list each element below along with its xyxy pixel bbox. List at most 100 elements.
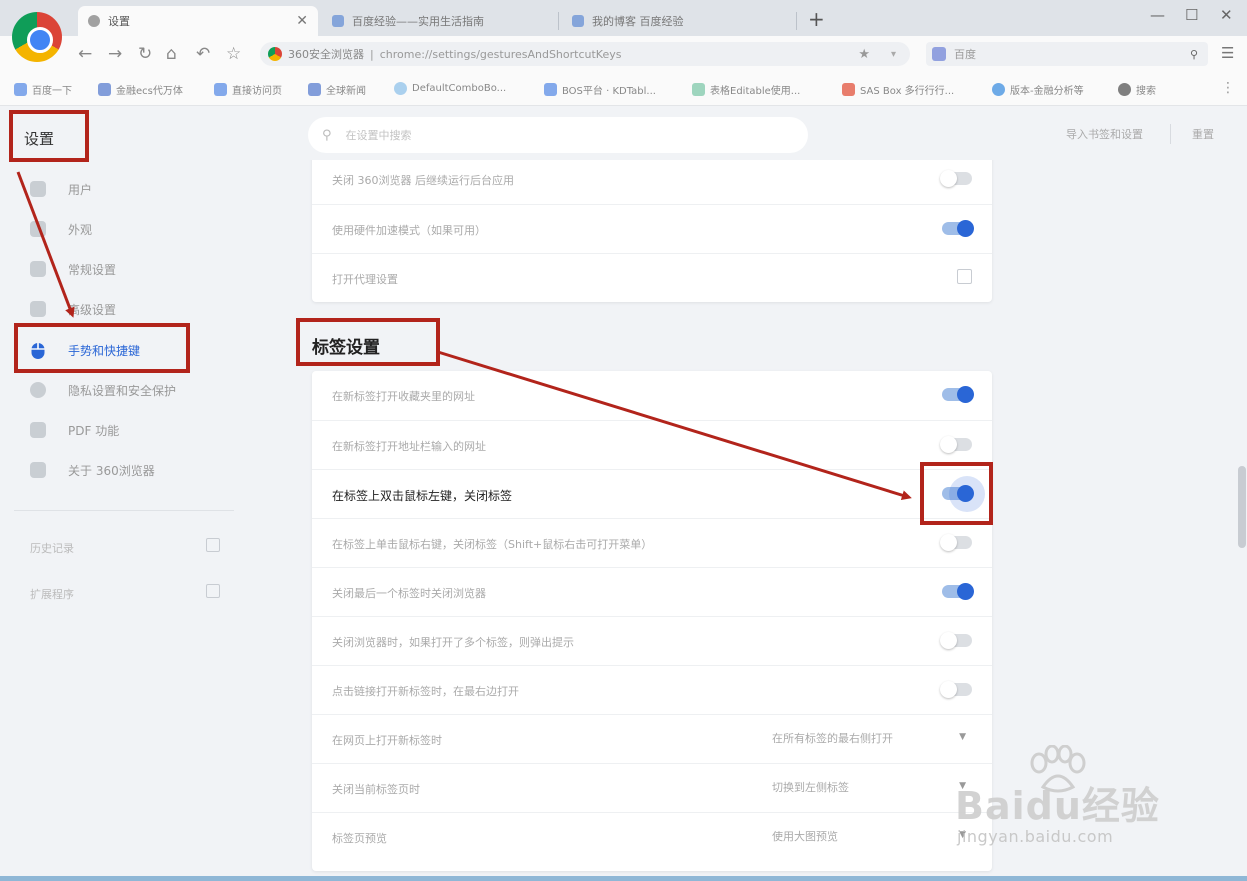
search-engine-icon[interactable] [932, 47, 946, 61]
address-bar[interactable]: 360安全浏览器 | chrome://settings/gesturesAnd… [260, 42, 910, 66]
sidebar-item-label: 外观 [68, 222, 93, 237]
favorite-star-icon[interactable]: ☆ [226, 44, 241, 64]
setting-row: 在标签上单击鼠标右键，关闭标签（Shift+鼠标右击可打开菜单） [312, 518, 992, 567]
bookmark-favicon-icon [692, 83, 705, 96]
hamburger-menu-icon[interactable]: ☰ [1221, 44, 1234, 62]
bookmark-favicon-icon [308, 83, 321, 96]
advanced-settings-card: 关闭 360浏览器 后继续运行后台应用 使用硬件加速模式（如果可用） 打开代理设… [312, 160, 992, 302]
reset-button[interactable]: 重置 [1192, 126, 1214, 142]
tab-settings-card: 在新标签打开收藏夹里的网址 在新标签打开地址栏输入的网址 在标签上双击鼠标左键，… [312, 371, 992, 871]
toggle-switch[interactable] [942, 583, 974, 600]
external-link-icon[interactable] [957, 269, 972, 284]
callout-toggle [920, 462, 993, 525]
sidebar-item-about[interactable]: 关于 360浏览器 [30, 455, 155, 485]
sidebar-item-appearance[interactable]: 外观 [30, 214, 92, 244]
web-search-box[interactable]: 百度 ⚲ [926, 42, 1208, 66]
sidebar-item-user[interactable]: 用户 [30, 174, 92, 204]
bookmark-item[interactable]: 百度一下 [14, 82, 72, 97]
toggle-switch[interactable] [940, 170, 972, 187]
tab-strip: 设置 ✕ 百度经验——实用生活指南 我的博客 百度经验 + — ☐ ✕ [0, 0, 1247, 36]
tab-baidu-jingyan[interactable]: 百度经验——实用生活指南 [322, 6, 552, 36]
setting-label: 点击链接打开新标签时，在最右边打开 [332, 685, 519, 698]
forward-arrow-icon[interactable]: → [108, 44, 122, 64]
bookmark-item[interactable]: 金融ecs代万体 [98, 82, 183, 97]
toggle-knob [940, 681, 957, 698]
more-bookmarks-icon[interactable]: ⋮ [1221, 80, 1235, 96]
search-placeholder: 在设置中搜索 [345, 129, 412, 142]
undo-close-icon[interactable]: ↶ [196, 44, 210, 64]
tab-settings[interactable]: 设置 ✕ [78, 6, 318, 36]
minimize-button[interactable]: — [1150, 6, 1165, 24]
bookmark-label: 直接访问页 [232, 86, 282, 97]
sidebar-item-general[interactable]: 常规设置 [30, 254, 116, 284]
user-icon [30, 181, 46, 197]
setting-label: 使用硬件加速模式（如果可用） [332, 224, 486, 237]
sidebar-link-history[interactable]: 历史记录 [30, 538, 220, 556]
bookmark-favicon-icon [544, 83, 557, 96]
baidu-favicon-icon [572, 15, 584, 27]
bookmark-item[interactable]: SAS Box 多行行行... [842, 82, 954, 97]
sidebar-item-advanced[interactable]: 高级设置 [30, 294, 116, 324]
tab-my-blog[interactable]: 我的博客 百度经验 [562, 6, 792, 36]
bookmark-item[interactable]: BOS平台 · KDTabl... [544, 82, 656, 97]
setting-label: 在新标签打开地址栏输入的网址 [332, 440, 486, 453]
bookmark-item[interactable]: DefaultComboBo... [394, 82, 506, 95]
setting-label: 在标签上双击鼠标左键，关闭标签 [332, 489, 513, 503]
toggle-switch[interactable] [940, 534, 972, 551]
baidu-watermark: Baidu经验 jingyan.baidu.com [955, 745, 1195, 855]
bookmark-star-icon[interactable]: ★ [858, 47, 870, 62]
window-close-button[interactable]: ✕ [1220, 6, 1233, 24]
toggle-switch[interactable] [942, 220, 974, 237]
sidebar-item-label: 用户 [68, 182, 93, 197]
globe-icon [1118, 83, 1131, 96]
monitor-icon [30, 301, 46, 317]
new-tab-button[interactable]: + [808, 7, 825, 31]
search-icon: ⚲ [322, 127, 332, 143]
bookmark-item[interactable]: 表格Editable使用... [692, 82, 800, 97]
bookmark-item[interactable]: 全球新闻 [308, 82, 366, 97]
close-icon[interactable]: ✕ [296, 13, 308, 29]
bookmark-item[interactable]: 版本-金融分析等 [992, 82, 1084, 97]
tab-divider [796, 12, 797, 30]
web-search-placeholder: 百度 [954, 48, 976, 61]
toggle-switch[interactable] [940, 436, 972, 453]
sidebar-item-privacy[interactable]: 隐私设置和安全保护 [30, 375, 176, 405]
import-bookmarks-button[interactable]: 导入书签和设置 [1066, 126, 1143, 142]
info-icon [30, 462, 46, 478]
close-tab-behavior-select[interactable]: 切换到左侧标签 ▼ [772, 779, 972, 795]
sidebar-link-extensions[interactable]: 扩展程序 [30, 584, 220, 602]
tab-title: 百度经验——实用生活指南 [352, 15, 484, 28]
toggle-switch[interactable] [942, 386, 974, 403]
reload-icon[interactable]: ↻ [138, 44, 152, 64]
bookmark-label: 搜索 [1136, 86, 1156, 97]
toggle-switch[interactable] [940, 681, 972, 698]
sidebar-item-label: 关于 360浏览器 [68, 463, 155, 478]
baidu-favicon-icon [332, 15, 344, 27]
setting-row: 关闭最后一个标签时关闭浏览器 [312, 567, 992, 616]
bookmark-label: 全球新闻 [326, 86, 366, 97]
chevron-down-icon[interactable]: ▾ [891, 49, 896, 60]
settings-search-input[interactable]: ⚲ 在设置中搜索 [308, 117, 808, 153]
pdf-icon [30, 422, 46, 438]
scrollbar-thumb[interactable] [1238, 466, 1246, 548]
bookmark-item[interactable]: 搜索 [1118, 82, 1156, 97]
header-divider [1170, 124, 1171, 144]
bookmark-label: DefaultComboBo... [412, 83, 507, 94]
tab-preview-select[interactable]: 使用大图预览 ▼ [772, 828, 972, 844]
setting-row: 关闭浏览器时，如果打开了多个标签，则弹出提示 [312, 616, 992, 665]
setting-row-double-click-close: 在标签上双击鼠标左键，关闭标签 [312, 469, 992, 518]
sidebar-item-pdf[interactable]: PDF 功能 [30, 415, 119, 445]
select-value: 切换到左侧标签 [772, 781, 849, 794]
sidebar-item-label: 高级设置 [68, 302, 117, 317]
shield-icon [30, 382, 46, 398]
new-tab-position-select[interactable]: 在所有标签的最右侧打开 ▼ [772, 730, 972, 746]
bookmark-item[interactable]: 直接访问页 [214, 82, 282, 97]
callout-settings [9, 110, 89, 162]
setting-row[interactable]: 打开代理设置 [312, 253, 992, 302]
search-icon[interactable]: ⚲ [1190, 48, 1198, 61]
home-icon[interactable]: ⌂ [166, 44, 177, 64]
toggle-switch[interactable] [940, 632, 972, 649]
maximize-button[interactable]: ☐ [1185, 6, 1198, 24]
bookmarks-bar: 百度一下 金融ecs代万体 直接访问页 全球新闻 DefaultComboBo.… [0, 72, 1247, 106]
back-arrow-icon[interactable]: ← [78, 44, 92, 64]
